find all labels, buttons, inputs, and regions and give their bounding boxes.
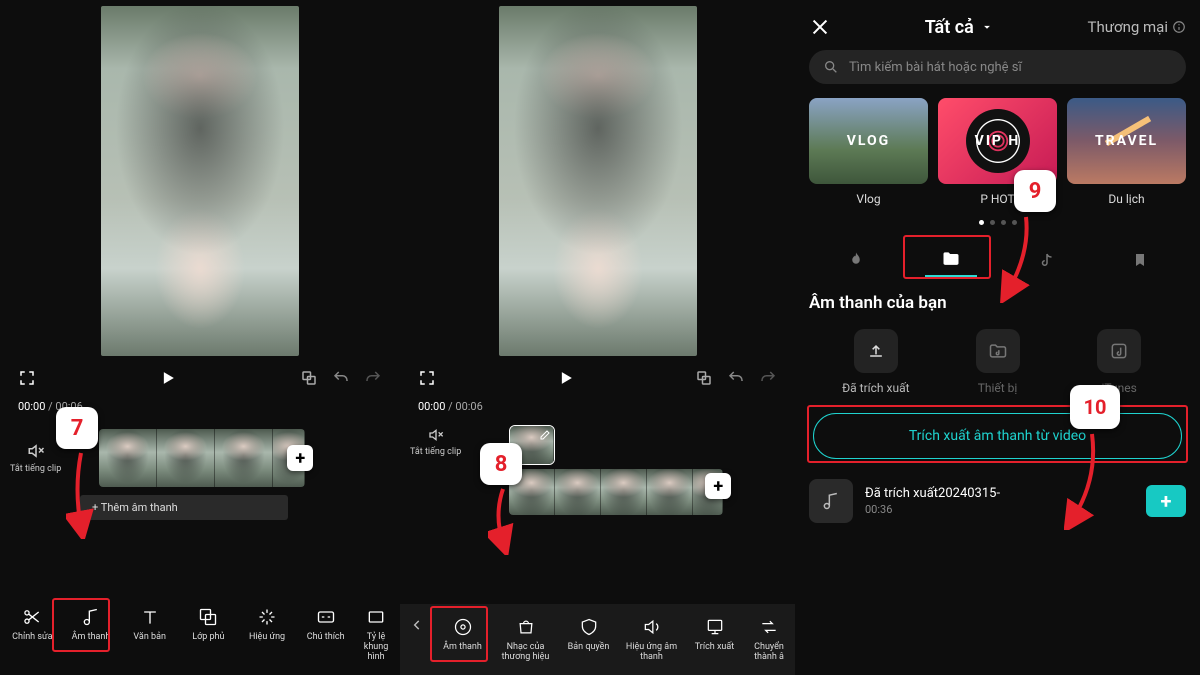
tool-ratio[interactable]: Tỷ lệ khung hình (356, 604, 396, 665)
editor-toolbar: Chỉnh sửa Âm thanh Văn bản Lớp phủ Hiệu … (0, 598, 400, 675)
pencil-icon (539, 429, 551, 441)
mute-clip-button[interactable]: Tắt tiếng clip (410, 427, 461, 457)
search-input[interactable]: Tìm kiếm bài hát hoặc nghệ sĩ (809, 50, 1186, 84)
undo-icon[interactable] (727, 369, 745, 387)
tool-audio[interactable]: Âm thanh (63, 604, 120, 645)
tab-folder[interactable] (925, 243, 977, 277)
undo-icon[interactable] (332, 369, 350, 387)
close-icon[interactable] (809, 16, 831, 38)
convert-icon (758, 616, 780, 638)
overlay-icon (197, 606, 219, 628)
video-track[interactable] (509, 469, 723, 515)
timeline-time: 00:00 / 00:06 (400, 398, 795, 419)
redo-icon[interactable] (364, 369, 382, 387)
back-button[interactable] (404, 614, 430, 632)
annotation-badge-10: 10 (1070, 385, 1120, 429)
tool-caption[interactable]: Chú thích (297, 604, 354, 645)
fullscreen-icon[interactable] (18, 369, 36, 387)
add-clip-button[interactable]: + (705, 473, 731, 499)
tool-copyright[interactable]: Bản quyền (558, 614, 619, 655)
source-extracted[interactable]: Đã trích xuất (815, 329, 937, 395)
tool-edit[interactable]: Chỉnh sửa (4, 604, 61, 645)
audio-toolbar: Âm thanh Nhạc của thương hiệu Bản quyền … (400, 604, 795, 675)
extract-audio-button[interactable]: Trích xuất âm thanh từ video (813, 413, 1182, 459)
itunes-icon (1097, 329, 1141, 373)
disc-icon (452, 616, 474, 638)
video-preview (0, 0, 400, 358)
video-preview (400, 0, 795, 358)
tool-audio-music[interactable]: Âm thanh (432, 614, 493, 655)
source-device[interactable]: Thiết bị (937, 329, 1059, 395)
sparkle-icon (256, 606, 278, 628)
video-track[interactable] (99, 429, 305, 487)
redo-icon[interactable] (759, 369, 777, 387)
annotation-badge-7: 7 (56, 407, 98, 449)
category-vlog[interactable]: VLOG Vlog (809, 98, 928, 206)
bag-icon (515, 616, 537, 638)
commercial-toggle[interactable]: Thương mại (1088, 18, 1186, 36)
tool-effects[interactable]: Hiệu ứng (239, 604, 296, 645)
tool-text[interactable]: Văn bản (121, 604, 178, 645)
aspect-icon[interactable] (300, 369, 318, 387)
tool-sound-fx[interactable]: Hiệu ứng âm thanh (621, 614, 682, 665)
folder-music-icon (976, 329, 1020, 373)
add-audio-button[interactable]: + (1146, 485, 1186, 517)
fullscreen-icon[interactable] (418, 369, 436, 387)
soundfx-icon (641, 616, 663, 638)
tool-extract[interactable]: Trích xuất (684, 614, 745, 655)
add-audio-button[interactable]: + Thêm âm thanh (80, 495, 288, 520)
music-note-icon (80, 606, 102, 628)
section-title: Âm thanh của bạn (809, 293, 1186, 313)
page-title[interactable]: Tất cả (925, 17, 994, 38)
music-note-icon (809, 479, 853, 523)
extracted-audio-item[interactable]: Đã trích xuất20240315- 00:36 + (809, 473, 1186, 529)
play-icon[interactable] (556, 368, 576, 388)
aspect-icon[interactable] (695, 369, 713, 387)
scissors-icon (21, 606, 43, 628)
extract-icon (704, 616, 726, 638)
caption-icon (315, 606, 337, 628)
tab-bookmark[interactable] (1116, 246, 1164, 274)
upload-icon (854, 329, 898, 373)
mute-clip-button[interactable]: Tắt tiếng clip (10, 442, 61, 474)
play-icon[interactable] (158, 368, 178, 388)
text-icon (139, 606, 161, 628)
tab-tiktok[interactable] (1022, 245, 1072, 275)
annotation-badge-9: 9 (1014, 170, 1056, 212)
tool-overlay[interactable]: Lớp phủ (180, 604, 237, 645)
shield-icon (578, 616, 600, 638)
pager-dots (809, 220, 1186, 225)
tool-brand-music[interactable]: Nhạc của thương hiệu (495, 614, 556, 665)
tool-convert[interactable]: Chuyển thành â (747, 614, 791, 665)
search-icon (823, 59, 839, 75)
add-clip-button[interactable]: + (287, 445, 313, 471)
category-travel[interactable]: TRAVEL Du lịch (1067, 98, 1186, 206)
ratio-icon (365, 606, 387, 628)
annotation-badge-8: 8 (480, 443, 522, 485)
tab-trending[interactable] (831, 245, 881, 275)
